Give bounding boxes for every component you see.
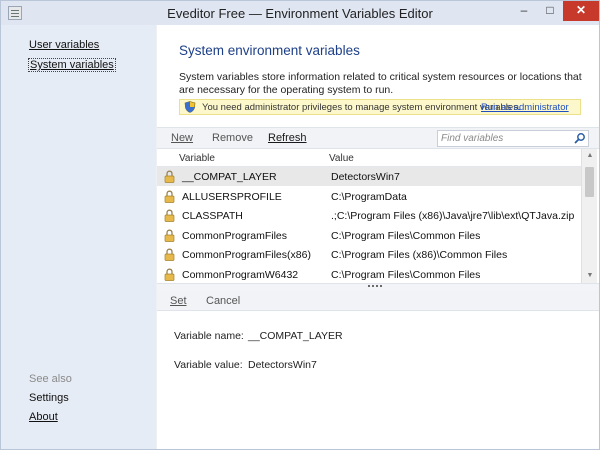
sidebar-item-system-variables[interactable]: System variables xyxy=(28,58,116,72)
see-also-heading: See also xyxy=(29,373,72,385)
variable-name-label: Variable name: xyxy=(174,330,244,342)
table-row[interactable]: CommonProgramW6432 C:\Program Files\Comm… xyxy=(157,265,581,284)
table-scrollbar[interactable]: ▲ ▼ xyxy=(581,149,597,283)
variable-name-cell: __COMPAT_LAYER xyxy=(182,171,277,183)
scroll-up-arrow-icon[interactable]: ▲ xyxy=(582,149,598,163)
refresh-button[interactable]: Refresh xyxy=(268,132,307,144)
table-body: __COMPAT_LAYER DetectorsWin7 ALLUSERSPRO… xyxy=(157,167,581,283)
title-bar[interactable]: Eveditor Free — Environment Variables Ed… xyxy=(1,1,599,25)
main-panel: System environment variables System vari… xyxy=(157,25,599,449)
set-button-label: Set xyxy=(170,295,187,307)
sidebar: User variables System variables See also… xyxy=(1,25,156,449)
variable-value-cell: C:\Program Files (x86)\Common Files xyxy=(331,249,508,261)
variable-name-cell: CommonProgramFiles xyxy=(182,229,288,242)
lock-icon xyxy=(164,209,175,222)
variable-name-cell: ALLUSERSPROFILE xyxy=(182,190,282,203)
sidebar-item-settings[interactable]: Settings xyxy=(29,392,69,404)
maximize-button[interactable]: □ xyxy=(537,1,563,21)
scroll-thumb[interactable] xyxy=(585,167,594,197)
variable-name-value[interactable]: __COMPAT_LAYER xyxy=(248,330,343,342)
new-button[interactable]: New xyxy=(171,132,193,144)
column-header-variable[interactable]: Variable xyxy=(179,153,215,164)
sidebar-item-user-variables[interactable]: User variables xyxy=(29,39,99,51)
lock-icon xyxy=(164,229,175,242)
panel-splitter[interactable] xyxy=(157,283,599,291)
variable-name-cell: CLASSPATH xyxy=(182,210,243,222)
table-row[interactable]: __COMPAT_LAYER DetectorsWin7 xyxy=(157,167,581,186)
page-description: System variables store information relat… xyxy=(179,71,582,96)
scroll-down-arrow-icon[interactable]: ▼ xyxy=(582,269,598,283)
refresh-button-label: Refresh xyxy=(268,132,307,144)
variable-value-cell: C:\Program Files\Common Files xyxy=(331,229,481,242)
new-button-label: New xyxy=(171,132,194,144)
app-window: Eveditor Free — Environment Variables Ed… xyxy=(0,0,600,450)
variables-table: Variable Value __COMPAT_LAYER DetectorsW… xyxy=(157,149,599,283)
table-row[interactable]: CLASSPATH .;C:\Program Files (x86)\Java\… xyxy=(157,206,581,225)
variable-value-cell: DetectorsWin7 xyxy=(331,171,400,183)
search-icon[interactable] xyxy=(574,132,586,144)
search-box xyxy=(437,130,589,147)
table-header: Variable Value xyxy=(157,149,581,167)
admin-warning-banner: You need administrator privileges to man… xyxy=(179,99,581,115)
remove-button[interactable]: Remove xyxy=(212,132,253,144)
minimize-button[interactable]: – xyxy=(511,1,537,21)
admin-warning-text: You need administrator privileges to man… xyxy=(202,102,521,113)
lock-icon xyxy=(164,248,175,261)
shield-icon xyxy=(184,101,196,113)
lock-icon xyxy=(164,170,175,183)
variables-toolbar: New Remove Refresh xyxy=(157,127,599,149)
cancel-button[interactable]: Cancel xyxy=(206,295,240,307)
variable-value-cell: C:\Program Files\Common Files xyxy=(331,268,481,281)
search-input[interactable] xyxy=(441,132,569,145)
variable-value-value[interactable]: DetectorsWin7 xyxy=(248,359,317,371)
table-row[interactable]: ALLUSERSPROFILE C:\ProgramData xyxy=(157,187,581,206)
variable-value-label: Variable value: xyxy=(174,359,243,371)
lock-icon xyxy=(164,268,175,281)
close-button[interactable]: ✕ xyxy=(563,1,599,21)
run-as-admin-link[interactable]: Run as administrator xyxy=(481,102,569,113)
table-row[interactable]: CommonProgramFiles(x86) C:\Program Files… xyxy=(157,245,581,264)
sidebar-item-about[interactable]: About xyxy=(29,411,58,423)
detail-toolbar: Set Cancel xyxy=(157,291,599,311)
grip-icon[interactable] xyxy=(368,285,382,289)
window-title: Eveditor Free — Environment Variables Ed… xyxy=(167,6,433,21)
variable-value-cell: .;C:\Program Files (x86)\Java\jre7\lib\e… xyxy=(331,210,575,222)
sidebar-item-label: System variables xyxy=(30,59,114,71)
variable-name-cell: CommonProgramW6432 xyxy=(182,268,299,281)
variable-name-cell: CommonProgramFiles(x86) xyxy=(182,249,311,261)
lock-icon xyxy=(164,190,175,203)
sidebar-item-label: Settings xyxy=(29,392,69,404)
sidebar-item-label: User variables xyxy=(29,39,100,51)
variable-value-cell: C:\ProgramData xyxy=(331,190,407,203)
sidebar-item-label: About xyxy=(29,411,58,423)
set-button[interactable]: Set xyxy=(170,295,187,307)
column-header-value[interactable]: Value xyxy=(329,153,354,164)
table-row[interactable]: CommonProgramFiles C:\Program Files\Comm… xyxy=(157,226,581,245)
page-title: System environment variables xyxy=(179,43,360,58)
